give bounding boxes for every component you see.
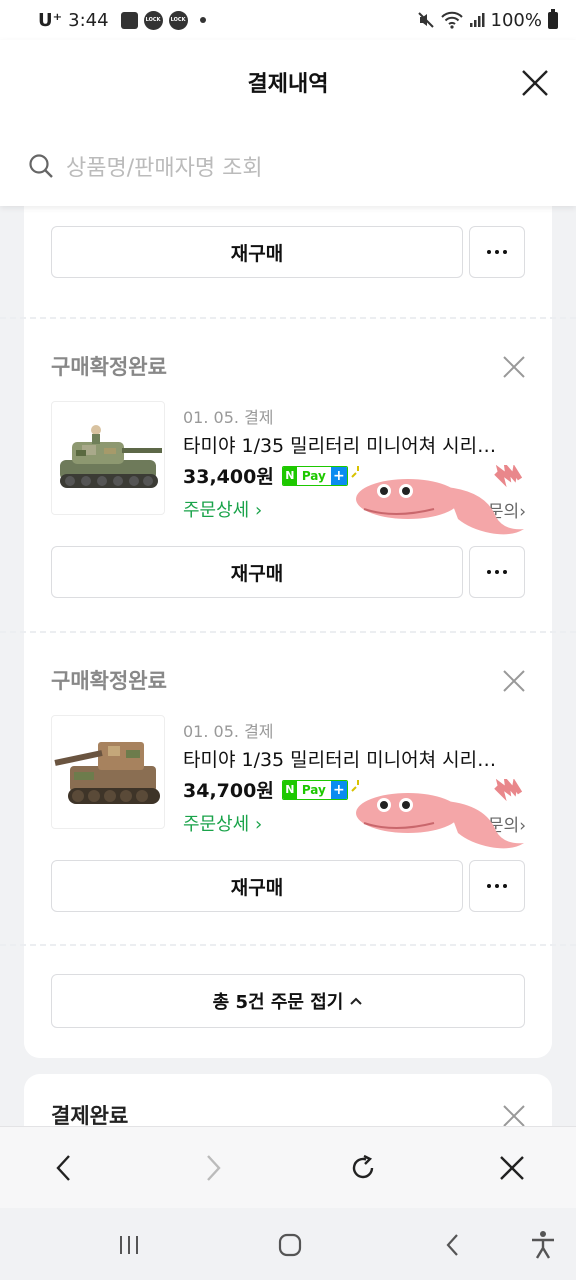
section-divider bbox=[0, 944, 576, 946]
search-input[interactable]: 상품명/판매자명 조회 bbox=[28, 146, 548, 186]
more-notifications-icon bbox=[199, 17, 206, 23]
tank-image bbox=[54, 742, 160, 804]
product-thumbnail[interactable] bbox=[51, 715, 165, 829]
order-date: 01. 05. 결제 bbox=[183, 408, 274, 427]
chevron-right-icon: › bbox=[249, 500, 263, 521]
battery-percent: 100% bbox=[490, 9, 542, 31]
delete-order-button[interactable] bbox=[502, 669, 526, 693]
dinosaur-sticker bbox=[351, 779, 524, 849]
gallery-notification-icon bbox=[120, 11, 138, 29]
product-price: 33,400원 bbox=[183, 466, 274, 488]
browser-toolbar bbox=[0, 1126, 576, 1208]
search-icon bbox=[29, 154, 53, 178]
accessibility-icon bbox=[532, 1231, 554, 1259]
reload-button[interactable] bbox=[347, 1152, 379, 1184]
collapse-label: 총 5건 주문 접기 bbox=[212, 992, 344, 1013]
recent-apps-button[interactable] bbox=[114, 1230, 144, 1260]
product-price: 34,700원 bbox=[183, 780, 274, 802]
npay-plus-badge: N Pay + bbox=[281, 779, 348, 800]
close-icon bbox=[503, 356, 525, 378]
chevron-up-icon bbox=[350, 997, 363, 1005]
chevron-right-icon bbox=[207, 1154, 221, 1181]
collapse-orders-button[interactable]: 총 5건 주문 접기 bbox=[51, 974, 525, 1028]
order-actions: 재구매 bbox=[51, 860, 525, 912]
carrier-label: U⁺ bbox=[38, 9, 63, 31]
order-detail-label: 주문상세 bbox=[183, 500, 250, 521]
time-label: 3:44 bbox=[68, 9, 109, 31]
price-row: 33,400원 N Pay + bbox=[183, 462, 348, 489]
order-status: 구매확정완료 bbox=[51, 355, 167, 379]
battery-icon bbox=[548, 8, 558, 29]
npay-plus-badge: N Pay + bbox=[281, 465, 348, 486]
chevron-left-icon bbox=[56, 1154, 70, 1181]
npay-plus-icon: + bbox=[330, 466, 347, 485]
order-status: 구매확정완료 bbox=[51, 669, 167, 693]
npay-plus-icon: + bbox=[330, 780, 347, 799]
order-detail-label: 주문상세 bbox=[183, 814, 250, 835]
more-options-button[interactable] bbox=[469, 226, 525, 278]
status-bar: U⁺ 3:44 LOCK LOCK 100% bbox=[0, 0, 576, 40]
tank-image bbox=[60, 425, 162, 488]
order-item: 구매확정완료 01. 05. 결제 타미야 1/35 밀리터리 미니어쳐 시리즈… bbox=[24, 319, 552, 631]
close-icon bbox=[522, 70, 548, 96]
close-icon bbox=[503, 1105, 525, 1126]
wifi-icon bbox=[440, 11, 463, 29]
lock-notification-icon: LOCK bbox=[143, 10, 163, 30]
close-icon bbox=[503, 670, 525, 692]
page-header: 결제내역 상품명/판매자명 조회 bbox=[0, 40, 576, 206]
order-actions: 재구매 bbox=[51, 546, 525, 598]
signal-icon bbox=[469, 13, 485, 27]
page-title: 결제내역 bbox=[247, 72, 329, 97]
order-detail-link[interactable]: 주문상세 › bbox=[183, 496, 262, 522]
top-order-actions: 재구매 bbox=[51, 226, 525, 278]
home-icon bbox=[278, 1233, 302, 1257]
npay-label: Pay bbox=[301, 782, 326, 797]
product-thumbnail[interactable] bbox=[51, 401, 165, 515]
mute-icon bbox=[417, 12, 434, 28]
back-button[interactable] bbox=[48, 1152, 80, 1184]
search-placeholder: 상품명/판매자명 조회 bbox=[66, 156, 263, 181]
more-dots-icon bbox=[487, 884, 507, 888]
order-detail-link[interactable]: 주문상세 › bbox=[183, 810, 262, 836]
product-name[interactable]: 타미야 1/35 밀리터리 미니어쳐 시리즈 전차 bbox=[183, 745, 513, 772]
order-date: 01. 05. 결제 bbox=[183, 722, 274, 741]
close-button[interactable] bbox=[520, 68, 550, 98]
order-group-card: 결제완료 bbox=[24, 1074, 552, 1126]
refresh-icon bbox=[352, 1154, 373, 1178]
npay-n-logo: N bbox=[282, 780, 297, 799]
order-item: 구매확정완료 01. 05. 결제 타미야 1/35 밀리터리 미니어쳐 시리즈… bbox=[24, 633, 552, 945]
home-button[interactable] bbox=[275, 1230, 305, 1260]
close-icon bbox=[500, 1155, 524, 1180]
lock-notification-icon-2: LOCK bbox=[168, 10, 188, 30]
more-dots-icon bbox=[487, 570, 507, 574]
rebuy-button[interactable]: 재구매 bbox=[51, 860, 463, 912]
system-back-button[interactable] bbox=[438, 1230, 468, 1260]
order-list[interactable]: 재구매 구매확정완료 01. 05. 결제 타미야 1/35 밀리터리 미니어쳐… bbox=[0, 206, 576, 1126]
dinosaur-sticker bbox=[351, 465, 524, 535]
npay-n-logo: N bbox=[282, 466, 297, 485]
delete-order-button[interactable] bbox=[502, 355, 526, 379]
accessibility-button[interactable] bbox=[528, 1230, 558, 1260]
more-options-button[interactable] bbox=[469, 546, 525, 598]
more-dots-icon bbox=[487, 250, 507, 254]
system-navigation-bar bbox=[0, 1208, 576, 1280]
price-row: 34,700원 N Pay + bbox=[183, 776, 348, 803]
chevron-right-icon: › bbox=[249, 814, 263, 835]
more-options-button[interactable] bbox=[469, 860, 525, 912]
chevron-left-icon bbox=[446, 1234, 458, 1256]
recent-apps-icon bbox=[120, 1236, 138, 1254]
forward-button[interactable] bbox=[197, 1152, 229, 1184]
rebuy-button[interactable]: 재구매 bbox=[51, 226, 463, 278]
delete-order-button[interactable] bbox=[502, 1104, 526, 1126]
npay-label: Pay bbox=[301, 468, 326, 483]
order-status: 결제완료 bbox=[51, 1104, 129, 1126]
product-name[interactable]: 타미야 1/35 밀리터리 미니어쳐 시리즈 전차 bbox=[183, 431, 513, 458]
close-tab-button[interactable] bbox=[496, 1152, 528, 1184]
rebuy-button[interactable]: 재구매 bbox=[51, 546, 463, 598]
